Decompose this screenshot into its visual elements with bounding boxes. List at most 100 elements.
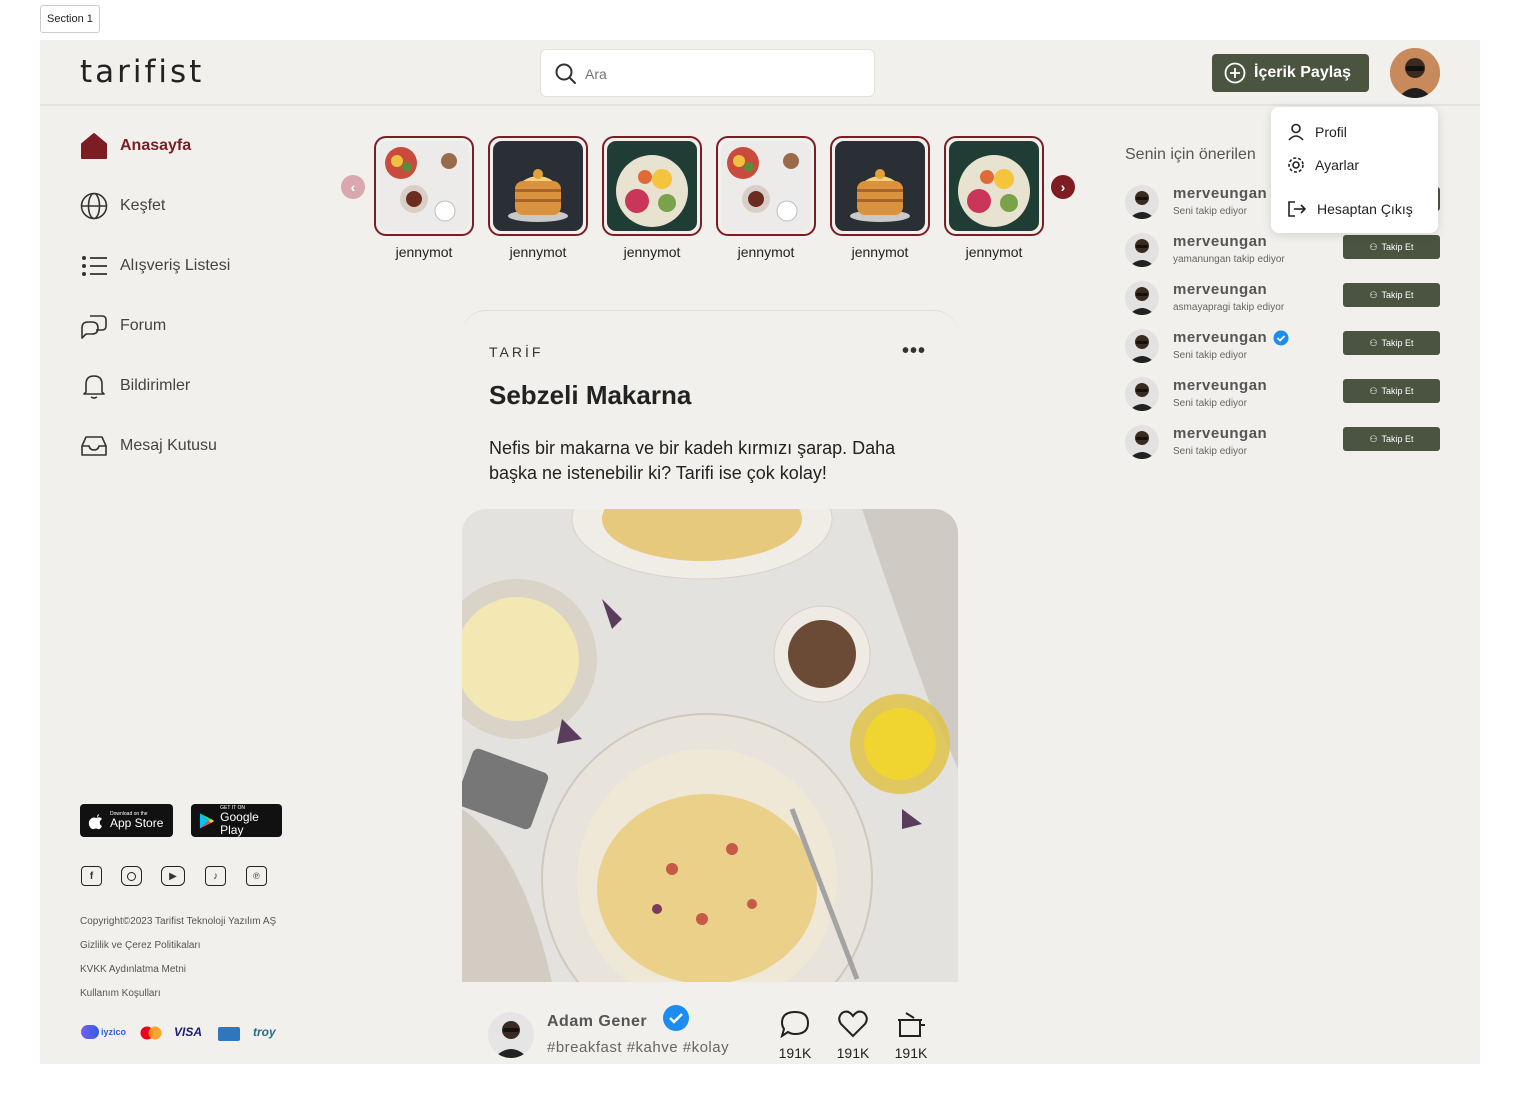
sidebar-item-explore[interactable]: Keşfet: [80, 192, 165, 220]
suggestion-avatar[interactable]: [1125, 233, 1159, 267]
search-box[interactable]: [540, 49, 875, 97]
story-item[interactable]: jennymot: [374, 136, 474, 260]
save-count: 191K: [894, 1045, 928, 1061]
add-user-icon: ⚇: [1369, 385, 1378, 396]
post-image[interactable]: [462, 509, 958, 982]
suggestion-name[interactable]: merveungan: [1173, 233, 1267, 250]
story-image-breakfast: [379, 141, 469, 231]
story-ring: [488, 136, 588, 236]
suggestion-name[interactable]: merveungan: [1173, 425, 1267, 442]
globe-icon: [80, 192, 108, 220]
story-item[interactable]: jennymot: [944, 136, 1044, 260]
profile-dropdown: Profil Ayarlar Hesaptan Çıkış: [1271, 107, 1438, 233]
story-item[interactable]: jennymot: [716, 136, 816, 260]
terms-link[interactable]: Kullanım Koşulları: [80, 988, 161, 999]
privacy-link[interactable]: Gizlilik ve Çerez Politikaları: [80, 940, 201, 951]
follow-button[interactable]: ⚇Takip Et: [1343, 283, 1440, 307]
suggestion-name-text: merveungan: [1173, 281, 1268, 298]
suggestion-row: merveungan yamanungan takip ediyor ⚇ Taki…: [1125, 233, 1440, 269]
suggestion-name[interactable]: merveungan: [1173, 329, 1289, 346]
post-card: TARİF ••• Sebzeli Makarna Nefis bir maka…: [462, 310, 958, 1064]
tiktok-icon[interactable]: ♪: [205, 866, 226, 886]
mastercard-icon: [140, 1026, 162, 1040]
suggestion-subtext: yamanungan takip ediyor: [1173, 254, 1285, 265]
story-item[interactable]: jennymot: [602, 136, 702, 260]
verified-badge-icon: [1273, 330, 1289, 345]
suggestion-name-text: merveungan: [1173, 425, 1268, 442]
suggestion-name[interactable]: merveungan: [1173, 185, 1267, 202]
suggestion-name[interactable]: merveungan: [1173, 377, 1267, 394]
suggestion-row: merveungan Seni takip ediyor ⚇Takip Et: [1125, 377, 1440, 413]
plus-circle-icon: [1224, 62, 1246, 84]
youtube-icon[interactable]: ▶: [161, 866, 185, 886]
stories-prev-button[interactable]: ‹: [341, 175, 365, 199]
story-name: jennymot: [851, 244, 909, 260]
google-play-big: Google Play: [220, 809, 259, 837]
comment-icon: [780, 1010, 810, 1039]
add-user-icon: ⚇: [1369, 433, 1378, 444]
amex-logo: [218, 1027, 240, 1041]
app-store-button[interactable]: Download on the App Store: [80, 804, 173, 837]
story-item[interactable]: jennymot: [488, 136, 588, 260]
pinterest-glyph: ℗: [253, 871, 260, 881]
search-input[interactable]: [585, 62, 855, 86]
mastercard-logo: [140, 1026, 162, 1043]
suggestion-avatar[interactable]: [1125, 425, 1159, 459]
sidebar-item-home[interactable]: Anasayfa: [80, 132, 191, 160]
stories-next-button[interactable]: ›: [1051, 175, 1075, 199]
story-ring: [944, 136, 1044, 236]
home-icon: [81, 133, 107, 159]
story-image-breakfast: [721, 141, 811, 231]
chat-bubbles-icon: [81, 315, 107, 339]
facebook-icon[interactable]: f: [81, 866, 102, 886]
search-icon: [555, 63, 576, 84]
suggestion-avatar[interactable]: [1125, 185, 1159, 219]
post-card-top: [462, 310, 958, 340]
iyzico-mark: [81, 1025, 99, 1039]
inbox-icon: [81, 436, 107, 456]
share-content-button[interactable]: İçerik Paylaş: [1212, 54, 1369, 92]
follow-button[interactable]: ⚇Takip Et: [1343, 427, 1440, 451]
sidebar-item-label: Forum: [120, 317, 167, 334]
google-play-button[interactable]: GET IT ON Google Play: [191, 804, 282, 837]
youtube-glyph: ▶: [169, 870, 177, 882]
sidebar-item-inbox[interactable]: Mesaj Kutusu: [80, 432, 217, 460]
visa-logo: VISA: [174, 1025, 203, 1039]
sidebar-item-forum[interactable]: Forum: [80, 312, 166, 340]
dropdown-settings[interactable]: Ayarlar: [1287, 156, 1359, 174]
suggestion-avatar[interactable]: [1125, 377, 1159, 411]
suggestion-avatar[interactable]: [1125, 329, 1159, 363]
like-count: 191K: [836, 1045, 870, 1061]
save-button[interactable]: 191K: [891, 1010, 931, 1061]
sidebar-item-notifications[interactable]: Bildirimler: [80, 372, 190, 400]
logo[interactable]: tarifist: [80, 54, 204, 90]
more-options-icon[interactable]: •••: [902, 340, 926, 363]
suggestion-subtext: asmayapragi takip ediyor: [1173, 302, 1285, 313]
author-name[interactable]: Adam Gener: [547, 1005, 689, 1031]
story-item[interactable]: jennymot: [830, 136, 930, 260]
story-name: jennymot: [623, 244, 681, 260]
author-name-text: Adam Gener: [547, 1013, 648, 1030]
follow-button[interactable]: ⚇Takip Et: [1343, 235, 1440, 259]
heart-icon: [838, 1010, 868, 1038]
suggestion-name[interactable]: merveungan: [1173, 281, 1267, 298]
follow-button[interactable]: ⚇Takip Et: [1343, 379, 1440, 403]
user-avatar[interactable]: [1390, 48, 1440, 98]
sidebar-item-shopping-list[interactable]: Alışveriş Listesi: [80, 252, 230, 280]
like-button[interactable]: 191K: [833, 1010, 873, 1061]
kvkk-link[interactable]: KVKK Aydınlatma Metni: [80, 964, 186, 975]
add-user-icon: ⚇: [1369, 241, 1378, 252]
suggestions-title: Senin için önerilen: [1125, 146, 1256, 163]
instagram-icon[interactable]: [121, 866, 142, 886]
story-image-pancakes: [493, 141, 583, 231]
dropdown-logout[interactable]: Hesaptan Çıkış: [1287, 200, 1413, 218]
suggestion-avatar[interactable]: [1125, 281, 1159, 315]
pinterest-icon[interactable]: ℗: [246, 866, 267, 886]
post-title[interactable]: Sebzeli Makarna: [489, 380, 691, 411]
author-avatar[interactable]: [488, 1012, 534, 1058]
app-frame: tarifist İçerik Paylaş Profil Ayarlar He…: [40, 40, 1480, 1064]
follow-button[interactable]: ⚇Takip Et: [1343, 331, 1440, 355]
comment-button[interactable]: 191K: [775, 1010, 815, 1061]
dropdown-profile[interactable]: Profil: [1287, 123, 1347, 141]
iyzico-label: iyzico: [101, 1027, 127, 1037]
